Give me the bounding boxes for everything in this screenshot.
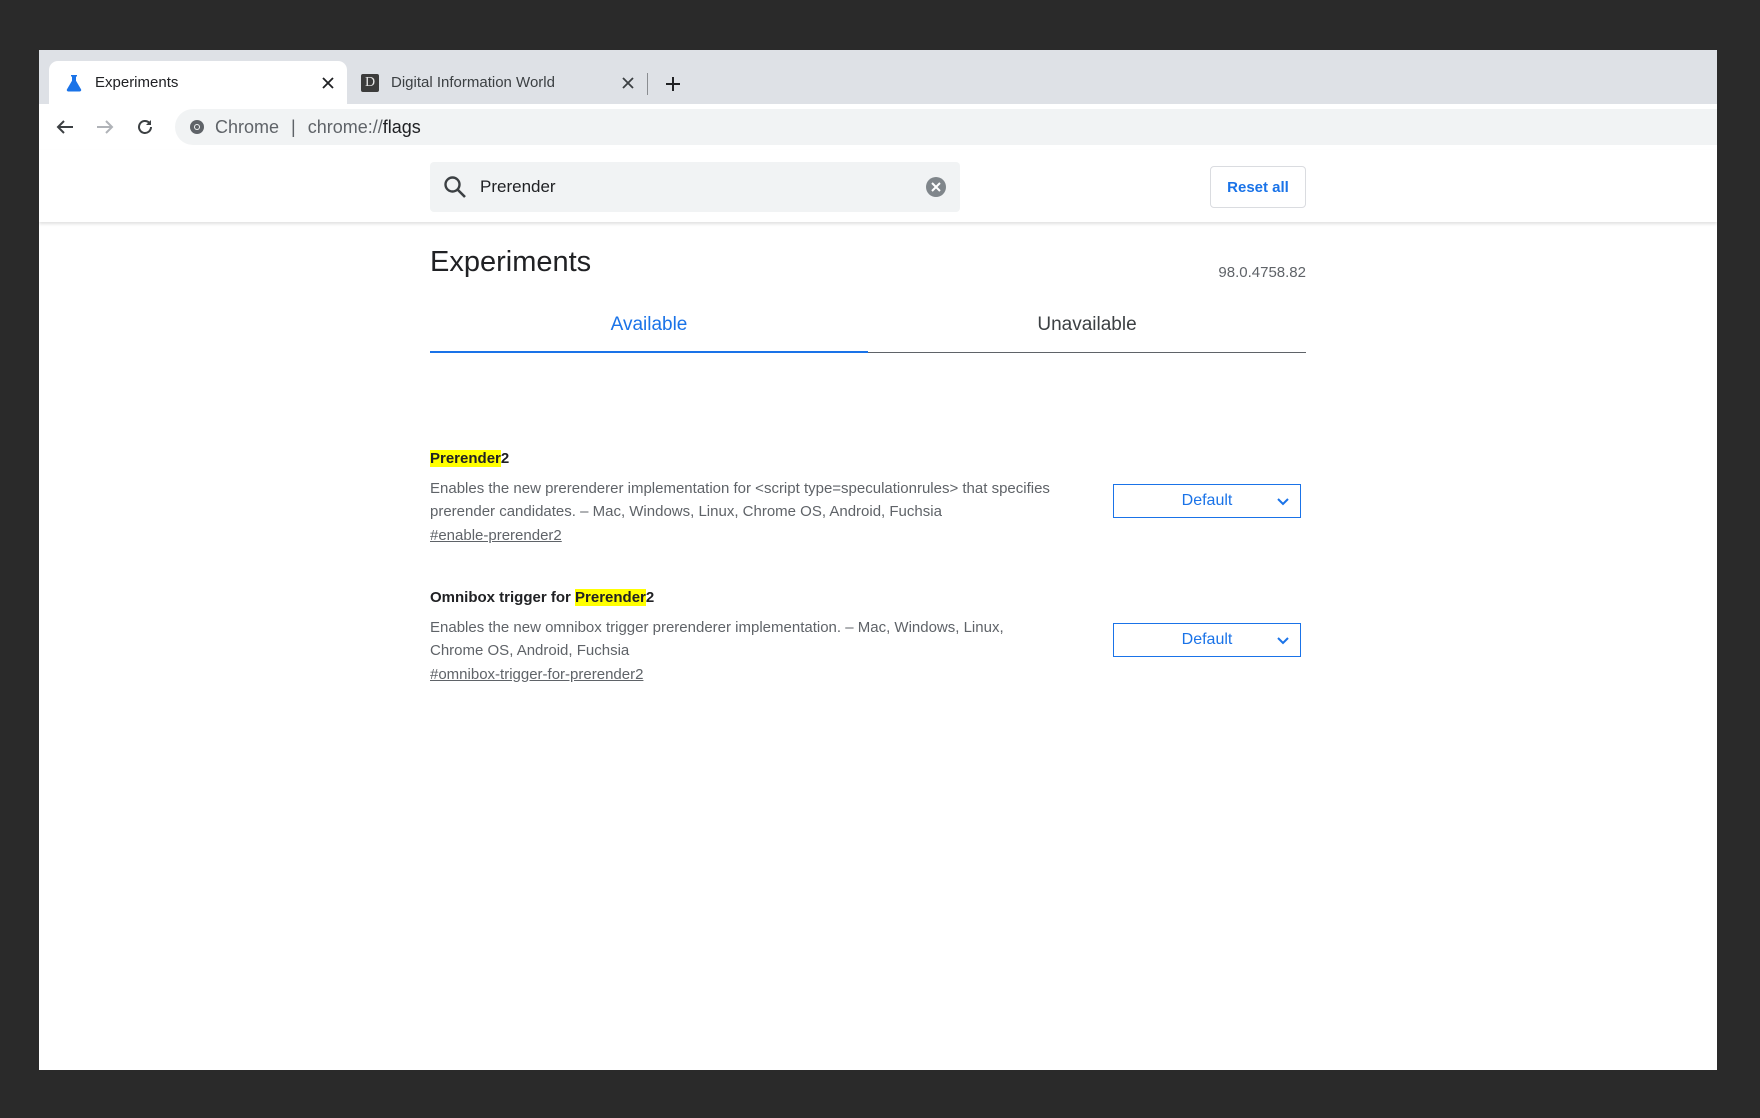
tab-experiments[interactable]: Experiments	[49, 61, 347, 104]
experiment-state-select[interactable]: Default	[1113, 484, 1301, 518]
close-tab-icon[interactable]	[617, 72, 639, 94]
tab-unavailable[interactable]: Unavailable	[868, 298, 1306, 352]
experiment-permalink[interactable]: #enable-prerender2	[430, 527, 562, 544]
address-bar[interactable]: Chrome | chrome://flags	[175, 109, 1717, 145]
clear-search-icon[interactable]	[924, 175, 948, 199]
experiment-item: Omnibox trigger for Prerender2 Enables t…	[430, 589, 1306, 684]
experiment-permalink[interactable]: #omnibox-trigger-for-prerender2	[430, 666, 643, 683]
page-title: Experiments	[430, 246, 592, 278]
search-highlight: Prerender	[430, 450, 501, 467]
flags-header: Reset all	[39, 150, 1717, 222]
browser-toolbar: Chrome | chrome://flags	[39, 104, 1717, 151]
tab-available[interactable]: Available	[430, 298, 868, 353]
experiment-description: Enables the new prerenderer implementati…	[430, 480, 1050, 520]
experiment-description: Enables the new omnibox trigger prerende…	[430, 619, 1004, 659]
chrome-logo-icon	[189, 119, 205, 135]
address-divider: |	[291, 116, 296, 137]
tab-separator	[647, 73, 648, 95]
back-arrow-icon[interactable]	[51, 113, 79, 141]
experiment-item: Prerender2 Enables the new prerenderer i…	[430, 450, 1306, 545]
search-box	[430, 162, 960, 212]
version-number: 98.0.4758.82	[1218, 264, 1306, 281]
tab-digital-information-world[interactable]: D Digital Information World	[357, 61, 647, 104]
tab-strip: Experiments D Digital Information World	[39, 50, 1717, 104]
reset-all-button[interactable]: Reset all	[1210, 166, 1306, 208]
tab-title: Experiments	[95, 74, 179, 91]
experiment-name: Prerender2	[430, 450, 510, 467]
browser-window: Experiments D Digital Information World	[39, 50, 1717, 1070]
new-tab-plus-icon[interactable]	[661, 72, 685, 96]
d-favicon-icon: D	[361, 73, 379, 92]
reload-icon[interactable]	[131, 113, 159, 141]
experiment-state-select[interactable]: Default	[1113, 623, 1301, 657]
chevron-down-icon	[1277, 498, 1289, 506]
site-label: Chrome	[215, 116, 280, 137]
close-tab-icon[interactable]	[317, 72, 339, 94]
experiment-name: Omnibox trigger for Prerender2	[430, 589, 655, 606]
search-input[interactable]	[478, 176, 924, 198]
url-path: flags	[382, 116, 421, 137]
tab-title: Digital Information World	[391, 74, 555, 91]
flags-tabs: Available Unavailable	[430, 298, 1306, 353]
url-scheme: chrome://	[307, 116, 383, 137]
chevron-down-icon	[1277, 637, 1289, 645]
flask-icon	[65, 74, 83, 92]
search-highlight: Prerender	[575, 589, 646, 606]
search-icon	[444, 176, 466, 198]
forward-arrow-icon[interactable]	[91, 113, 119, 141]
